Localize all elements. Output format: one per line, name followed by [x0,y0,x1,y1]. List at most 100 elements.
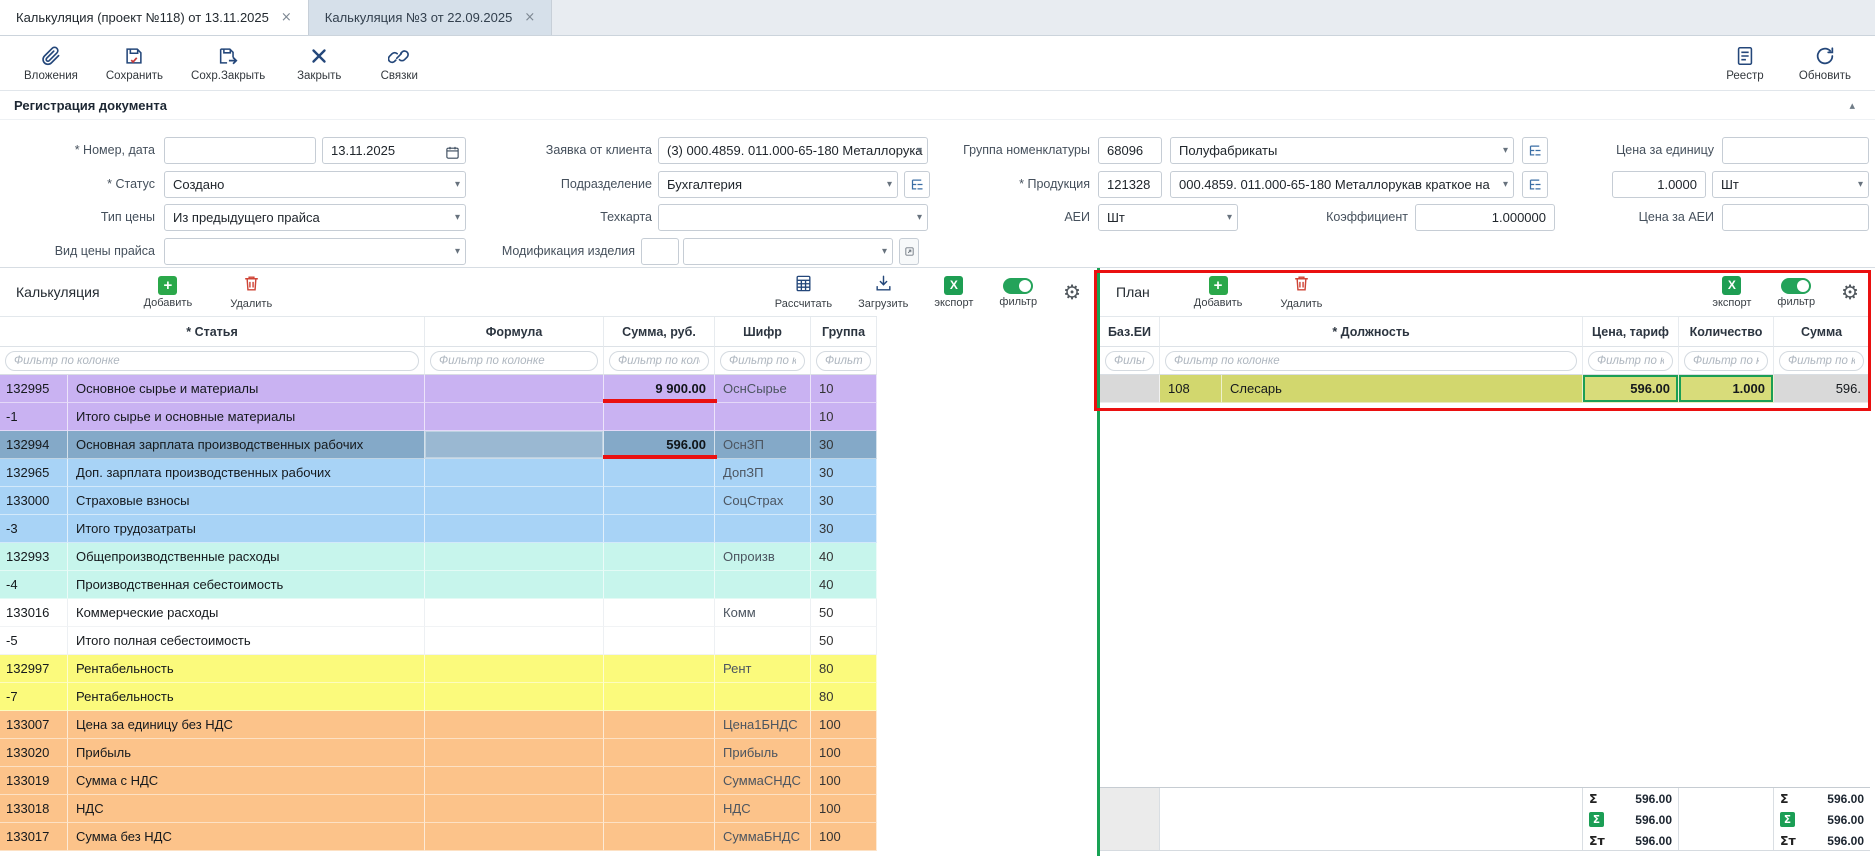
plan-add-button[interactable]: + Добавить [1194,276,1243,309]
calc-cell-code[interactable] [715,627,811,655]
calc-cell-article[interactable]: Итого полная себестоимость [68,627,425,655]
modification-select[interactable]: ▾ [683,238,893,265]
save-close-button[interactable]: Сохр.Закрыть [191,45,265,82]
aei-select[interactable]: Шт ▾ [1098,204,1238,231]
save-button[interactable]: Сохранить [106,45,163,82]
calc-cell-code[interactable]: СуммаБНДС [715,823,811,851]
calc-cell-code[interactable]: Рент [715,655,811,683]
calc-cell-sum[interactable] [604,403,715,431]
production-select[interactable]: 000.4859. 011.000-65-180 Металлорукав кр… [1170,171,1514,198]
calc-row[interactable]: 133017Сумма без НДССуммаБНДС100 [0,823,877,851]
calc-cell-formula[interactable] [425,487,604,515]
calc-cell-code[interactable]: Прибыль [715,739,811,767]
modification-code-input[interactable] [641,238,679,265]
calc-load-button[interactable]: Загрузить [858,274,908,310]
calc-cell-code[interactable]: Опроизв [715,543,811,571]
calc-cell-sum[interactable] [604,459,715,487]
plan-cell-name[interactable]: Слесарь [1222,375,1583,403]
registry-button[interactable]: Реестр [1719,45,1771,82]
production-code-input[interactable] [1098,171,1162,198]
calc-cell-sum[interactable] [604,571,715,599]
calc-add-button[interactable]: + Добавить [144,276,193,309]
filter-input-formula[interactable] [430,351,598,371]
column-header-code[interactable]: Шифр [715,317,811,347]
tab-close-icon[interactable]: × [281,10,292,25]
tech-card-select[interactable]: ▾ [658,204,928,231]
calc-cell-code[interactable]: СуммаСНДС [715,767,811,795]
nom-group-code-input[interactable] [1098,137,1162,164]
unit-qty-unit-select[interactable]: Шт ▾ [1712,171,1869,198]
plan-cell-code[interactable]: 108 [1160,375,1222,403]
column-header-quantity[interactable]: Количество [1679,317,1774,347]
calc-cell-sum[interactable] [604,487,715,515]
calc-cell-sum[interactable] [604,515,715,543]
calc-row[interactable]: 132965Доп. зарплата производственных раб… [0,459,877,487]
filter-input-base-unit[interactable] [1105,351,1154,371]
calc-cell-formula[interactable] [425,515,604,543]
calc-cell-sum[interactable]: 596.00 [604,431,715,459]
unit-qty-input[interactable] [1612,171,1706,198]
filter-input-code[interactable] [720,351,805,371]
toggle-on-icon[interactable] [1003,278,1033,294]
plan-cell-bazei[interactable] [1100,375,1160,403]
calc-cell-group[interactable]: 100 [811,711,877,739]
calc-cell-formula[interactable] [425,431,604,459]
calc-calculate-button[interactable]: Рассчитать [775,274,832,310]
filter-input-price[interactable] [1588,351,1673,371]
calc-cell-formula[interactable] [425,767,604,795]
calc-cell-formula[interactable] [425,403,604,431]
calc-delete-button[interactable]: Удалить [230,274,272,310]
calc-cell-formula[interactable] [425,823,604,851]
calc-export-button[interactable]: X экспорт [934,276,973,309]
calc-cell-article[interactable]: Рентабельность [68,655,425,683]
plan-cell-price[interactable]: 596.00 [1583,375,1679,403]
attachments-button[interactable]: Вложения [24,45,78,82]
tab-calculation-3[interactable]: Калькуляция №3 от 22.09.2025 × [309,0,552,35]
calc-cell-sum[interactable]: 9 900.00 [604,375,715,403]
calc-cell-article[interactable]: Доп. зарплата производственных рабочих [68,459,425,487]
calc-cell-group[interactable]: 40 [811,543,877,571]
column-header-sum[interactable]: Сумма, руб. [604,317,715,347]
calc-cell-article[interactable]: Итого трудозатраты [68,515,425,543]
plan-cell-sum[interactable]: 596. [1774,375,1870,403]
calc-cell-sum[interactable] [604,711,715,739]
toggle-on-icon[interactable] [1781,278,1811,294]
calc-row[interactable]: 133000Страховые взносыСоцСтрах30 [0,487,877,515]
calc-cell-id[interactable]: 133017 [0,823,68,851]
status-select[interactable]: Создано ▾ [164,171,466,198]
calc-cell-id[interactable]: 132994 [0,431,68,459]
calc-cell-id[interactable]: 132965 [0,459,68,487]
column-header-group[interactable]: Группа [811,317,877,347]
calc-cell-group[interactable]: 10 [811,403,877,431]
calc-cell-formula[interactable] [425,571,604,599]
calc-cell-code[interactable]: ОснЗП [715,431,811,459]
client-request-select[interactable]: (3) 000.4859. 011.000-65-180 Металлорука… [658,137,928,164]
links-button[interactable]: Связки [373,45,425,82]
calc-cell-code[interactable]: Комм [715,599,811,627]
calc-cell-group[interactable]: 50 [811,599,877,627]
calc-cell-id[interactable]: 133019 [0,767,68,795]
calc-cell-article[interactable]: Сумма без НДС [68,823,425,851]
refresh-button[interactable]: Обновить [1799,45,1851,82]
calc-cell-code[interactable] [715,515,811,543]
calc-cell-sum[interactable] [604,683,715,711]
calc-cell-code[interactable]: СоцСтрах [715,487,811,515]
column-header-article[interactable]: * Статья [0,317,425,347]
calc-cell-article[interactable]: Прибыль [68,739,425,767]
plan-row[interactable]: 108Слесарь596.001.000596. [1100,375,1870,403]
collapse-caret-icon[interactable]: ▴ [1849,99,1861,112]
calc-cell-group[interactable]: 50 [811,627,877,655]
filter-input-group[interactable] [816,351,871,371]
calc-cell-code[interactable]: НДС [715,795,811,823]
calc-cell-group[interactable]: 30 [811,487,877,515]
tab-calculation-project-118[interactable]: Калькуляция (проект №118) от 13.11.2025 … [0,0,309,35]
calc-cell-formula[interactable] [425,459,604,487]
nom-group-hierarchy-button[interactable] [1522,137,1548,164]
calc-row[interactable]: 133018НДСНДС100 [0,795,877,823]
aei-price-input[interactable] [1722,204,1869,231]
column-header-formula[interactable]: Формула [425,317,604,347]
price-kind-select[interactable]: ▾ [164,238,466,265]
calc-cell-article[interactable]: Общепроизводственные расходы [68,543,425,571]
filter-input-sum[interactable] [1779,351,1864,371]
column-header-position[interactable]: * Должность [1160,317,1583,347]
